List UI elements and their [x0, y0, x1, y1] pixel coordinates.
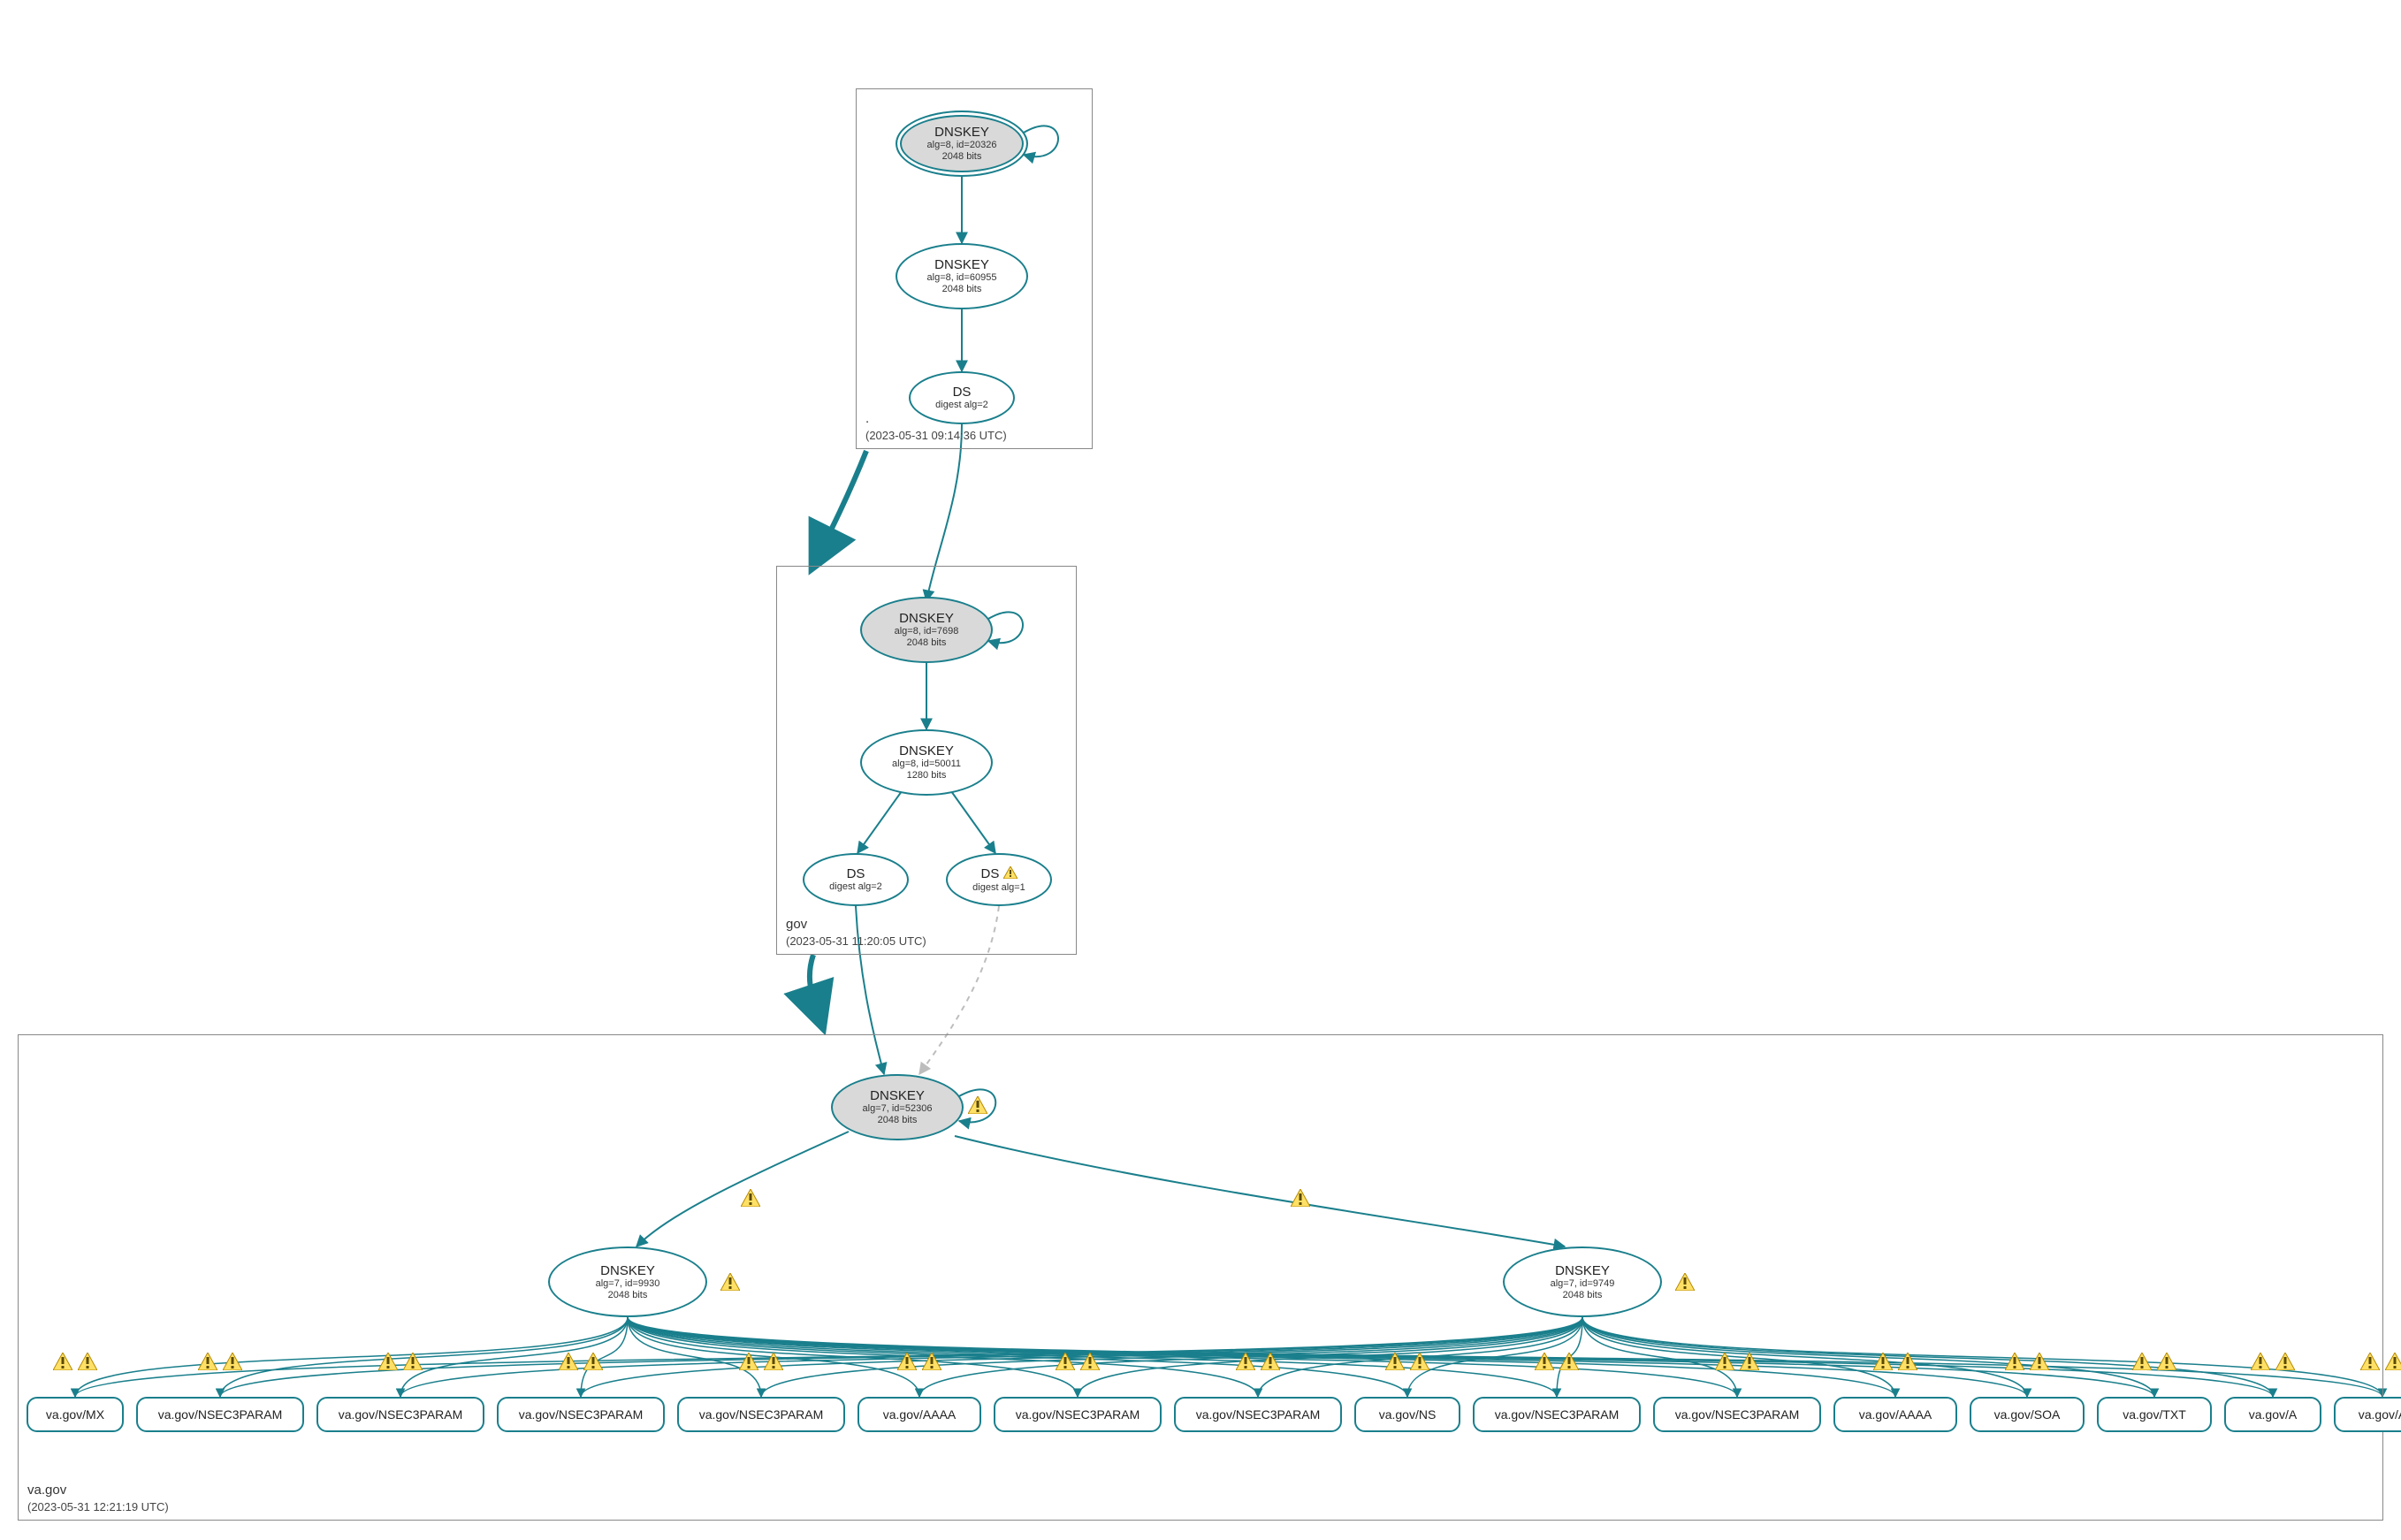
node-gov-zsk-bits: 1280 bits [907, 770, 947, 781]
rrset-node: va.gov/NSEC3PARAM [677, 1397, 845, 1432]
node-gov-ksk-bits: 2048 bits [907, 637, 947, 649]
rrset-node: va.gov/SOA [1970, 1397, 2085, 1432]
node-va-zsk2-title: DNSKEY [1555, 1263, 1610, 1278]
rrset-node: va.gov/AAAA [1833, 1397, 1957, 1432]
rrset-node: va.gov/A [2224, 1397, 2321, 1432]
rrset-label: va.gov/NSEC3PARAM [339, 1407, 463, 1422]
node-va-zsk2-alg: alg=7, id=9749 [1551, 1278, 1615, 1290]
zone-vagov-name: va.gov [27, 1483, 66, 1498]
node-va-zsk1-bits: 2048 bits [608, 1290, 648, 1301]
zone-gov-name: gov [786, 917, 807, 932]
node-root-ds-title: DS [953, 385, 972, 400]
rrset-label: va.gov/AAAA [883, 1407, 957, 1422]
node-gov-ds2-title: DS [847, 866, 865, 881]
rrset-label: va.gov/A [2359, 1407, 2401, 1422]
diagram-canvas: . (2023-05-31 09:14:36 UTC) gov (2023-05… [0, 0, 2401, 1540]
zone-root-name: . [865, 411, 869, 426]
node-va-zsk1-title: DNSKEY [600, 1263, 655, 1278]
rrset-node: va.gov/TXT [2097, 1397, 2212, 1432]
rrset-label: va.gov/NSEC3PARAM [1196, 1407, 1321, 1422]
rrset-node: va.gov/NS [1354, 1397, 1460, 1432]
node-va-zsk1: DNSKEY alg=7, id=9930 2048 bits [548, 1246, 707, 1317]
rrset-node: va.gov/NSEC3PARAM [136, 1397, 304, 1432]
node-root-zsk: DNSKEY alg=8, id=60955 2048 bits [896, 243, 1028, 309]
rrset-label: va.gov/TXT [2123, 1407, 2186, 1422]
zone-vagov-time: (2023-05-31 12:21:19 UTC) [27, 1500, 169, 1513]
node-gov-ds2: DS digest alg=2 [803, 853, 909, 906]
node-gov-ds2-alg: digest alg=2 [829, 881, 882, 893]
node-root-zsk-alg: alg=8, id=60955 [927, 272, 997, 284]
zone-root-time: (2023-05-31 09:14:36 UTC) [865, 429, 1007, 442]
node-root-ksk-alg: alg=8, id=20326 [927, 140, 997, 151]
node-va-ksk-alg: alg=7, id=52306 [863, 1103, 933, 1115]
rrset-label: va.gov/NSEC3PARAM [699, 1407, 824, 1422]
node-root-ksk: DNSKEY alg=8, id=20326 2048 bits [896, 111, 1028, 177]
zone-gov-label: gov (2023-05-31 11:20:05 UTC) [786, 917, 926, 949]
node-gov-zsk: DNSKEY alg=8, id=50011 1280 bits [860, 729, 993, 796]
rrset-label: va.gov/NS [1379, 1407, 1437, 1422]
warning-icon [2385, 1353, 2401, 1370]
rrset-node: va.gov/NSEC3PARAM [497, 1397, 665, 1432]
node-root-ksk-title: DNSKEY [934, 125, 989, 140]
node-va-ksk-bits: 2048 bits [878, 1115, 918, 1126]
node-gov-ds1-alg: digest alg=1 [972, 882, 1025, 894]
node-gov-ksk-title: DNSKEY [899, 611, 954, 626]
node-root-ds: DS digest alg=2 [909, 371, 1015, 424]
node-va-zsk1-alg: alg=7, id=9930 [596, 1278, 660, 1290]
rrset-label: va.gov/MX [46, 1407, 104, 1422]
node-va-zsk2-bits: 2048 bits [1563, 1290, 1603, 1301]
zone-vagov: va.gov (2023-05-31 12:21:19 UTC) [18, 1034, 2383, 1521]
rrset-label: va.gov/NSEC3PARAM [1675, 1407, 1800, 1422]
node-gov-ksk: DNSKEY alg=8, id=7698 2048 bits [860, 597, 993, 663]
zone-gov-time: (2023-05-31 11:20:05 UTC) [786, 934, 926, 948]
rrset-node: va.gov/AAAA [858, 1397, 981, 1432]
rrset-node: va.gov/NSEC3PARAM [316, 1397, 484, 1432]
rrset-node: va.gov/NSEC3PARAM [994, 1397, 1162, 1432]
rrset-label: va.gov/NSEC3PARAM [519, 1407, 644, 1422]
warning-icon [1003, 866, 1018, 882]
node-gov-ds1-title-text: DS [980, 866, 999, 881]
node-root-zsk-title: DNSKEY [934, 257, 989, 272]
node-root-ksk-bits: 2048 bits [942, 151, 982, 163]
node-gov-ds1: DS digest alg=1 [946, 853, 1052, 906]
rrset-label: va.gov/SOA [1994, 1407, 2061, 1422]
rrset-node: va.gov/MX [27, 1397, 124, 1432]
node-root-ds-alg: digest alg=2 [935, 400, 988, 411]
rrset-node: va.gov/NSEC3PARAM [1174, 1397, 1342, 1432]
rrset-node: va.gov/NSEC3PARAM [1473, 1397, 1641, 1432]
node-va-zsk2: DNSKEY alg=7, id=9749 2048 bits [1503, 1246, 1662, 1317]
zone-vagov-label: va.gov (2023-05-31 12:21:19 UTC) [27, 1483, 169, 1514]
node-root-zsk-bits: 2048 bits [942, 284, 982, 295]
rrset-label: va.gov/A [2249, 1407, 2297, 1422]
rrset-node: va.gov/NSEC3PARAM [1653, 1397, 1821, 1432]
rrset-label: va.gov/NSEC3PARAM [1495, 1407, 1620, 1422]
rrset-label: va.gov/NSEC3PARAM [1016, 1407, 1140, 1422]
rrset-node: va.gov/A [2334, 1397, 2401, 1432]
node-gov-ds1-title: DS [980, 866, 1017, 882]
node-gov-zsk-title: DNSKEY [899, 743, 954, 759]
node-gov-zsk-alg: alg=8, id=50011 [892, 759, 961, 770]
rrset-label: va.gov/AAAA [1859, 1407, 1932, 1422]
node-va-ksk: DNSKEY alg=7, id=52306 2048 bits [831, 1074, 964, 1140]
node-gov-ksk-alg: alg=8, id=7698 [895, 626, 959, 637]
node-va-ksk-title: DNSKEY [870, 1088, 925, 1103]
rrset-label: va.gov/NSEC3PARAM [158, 1407, 283, 1422]
